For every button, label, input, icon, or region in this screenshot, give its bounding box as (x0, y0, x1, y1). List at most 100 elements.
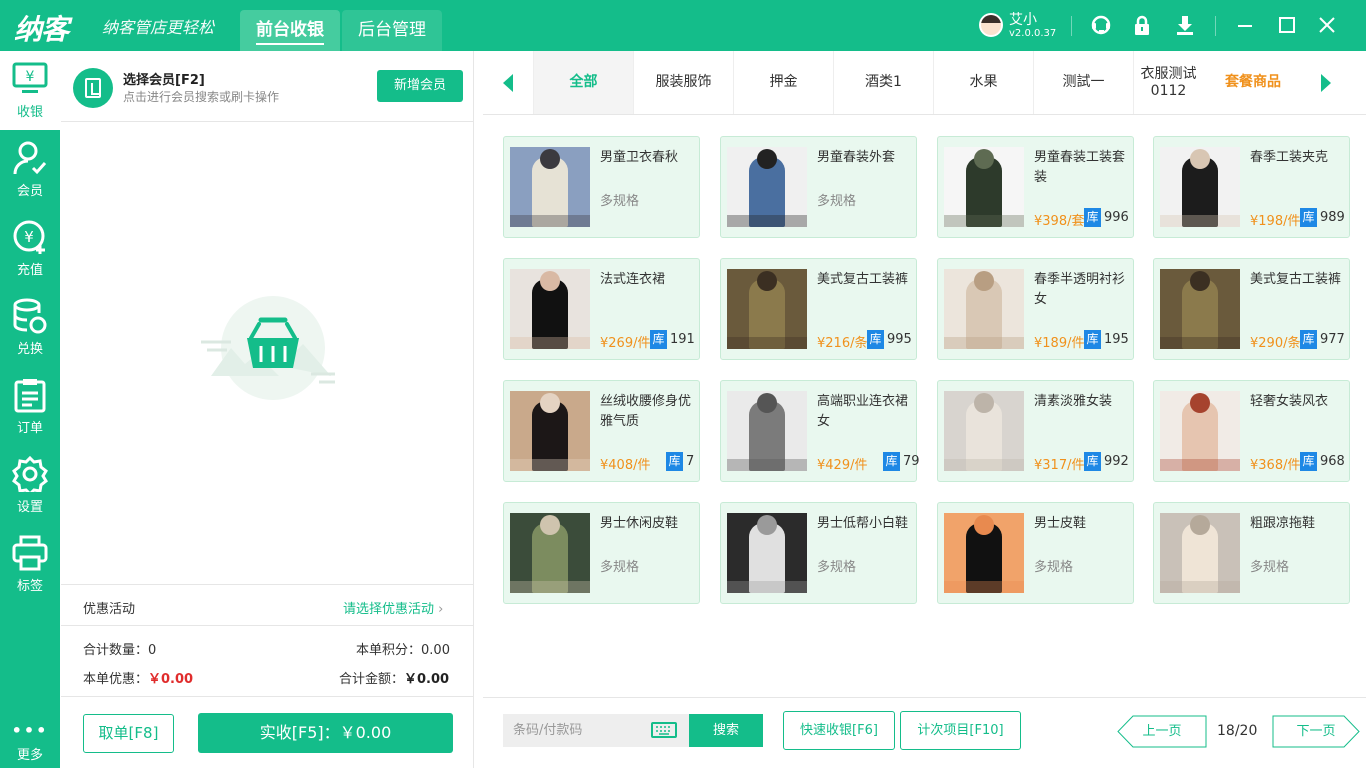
count-item-button[interactable]: 计次项目[F10] (900, 711, 1021, 750)
next-category-icon[interactable] (1313, 71, 1337, 95)
tab-back-admin[interactable]: 后台管理 (342, 10, 442, 51)
product-card[interactable]: 清素淡雅女装 ¥317/件库 992 (937, 380, 1134, 482)
sidebar-label: 设置 (16, 500, 43, 515)
order-points-label: 本单积分： (356, 643, 422, 658)
category-tab[interactable]: 酒类1 (833, 51, 933, 114)
product-card[interactable]: 美式复古工装裤 ¥290/条库 977 (1153, 258, 1350, 360)
sidebar-item-settings[interactable]: 设置 (0, 446, 60, 525)
minimize-icon[interactable] (1234, 14, 1256, 36)
keyboard-icon[interactable] (651, 722, 677, 738)
product-stock: 996 (1104, 210, 1129, 225)
total-qty-value: 0 (148, 643, 157, 658)
sidebar-label: 兑换 (16, 342, 43, 357)
sidebar-more[interactable]: ••• 更多 (0, 721, 60, 764)
product-name: 春季工装夹克 (1250, 150, 1329, 165)
promo-label: 优惠活动 (83, 602, 136, 617)
barcode-input[interactable]: 条码/付款码 (503, 714, 689, 747)
download-icon[interactable] (1174, 14, 1196, 36)
product-stock: 7 (686, 454, 695, 469)
product-card[interactable]: 春季半透明衬衫女 ¥189/件库 195 (937, 258, 1134, 360)
product-stock: 977 (1320, 332, 1345, 347)
product-name: 男士低帮小白鞋 (817, 516, 909, 531)
sidebar-item-recharge[interactable]: ¥ 充值 (0, 209, 60, 288)
top-bar: 纳客 纳客管店更轻松 前台收银 后台管理 艾小 v2.0.0.37 (0, 0, 1366, 51)
cancel-order-button[interactable]: 取单[F8] (83, 714, 174, 753)
member-card-icon[interactable] (73, 68, 113, 108)
product-image (944, 391, 1024, 471)
more-dots-icon: ••• (11, 721, 49, 740)
product-card[interactable]: 男童春装工装套装 ¥398/套库 996 (937, 136, 1134, 238)
prev-page-button[interactable]: 上一页 (1117, 715, 1207, 748)
divider (61, 584, 473, 585)
cart-panel: 选择会员[F2] 点击进行会员搜索或刷卡操作 新增会员 优惠活动 请选择优惠活动… (61, 51, 474, 768)
category-tab[interactable]: 水果 (933, 51, 1033, 114)
quick-cashier-button[interactable]: 快速收银[F6] (783, 711, 895, 750)
product-image (1160, 269, 1240, 349)
product-card[interactable]: 高端职业连衣裙女 ¥429/件库 79 (720, 380, 920, 482)
product-image (1160, 513, 1240, 593)
product-name: 美式复古工装裤 (1250, 272, 1342, 287)
product-card[interactable]: 轻奢女装风衣 ¥368/件库 968 (1153, 380, 1350, 482)
sidebar-item-cashier[interactable]: ¥ 收银 (0, 51, 60, 130)
sidebar-item-label-print[interactable]: 标签 (0, 525, 60, 604)
stock-badge: 库 (1300, 208, 1317, 227)
maximize-icon[interactable] (1276, 14, 1298, 36)
category-tab[interactable]: 测試一 (1033, 51, 1133, 114)
sidebar-item-exchange[interactable]: 兑换 (0, 288, 60, 367)
sidebar-label: 收银 (16, 105, 43, 120)
category-tab[interactable]: 全部 (533, 51, 633, 114)
category-tab[interactable]: 押金 (733, 51, 833, 114)
total-qty-label: 合计数量： (83, 643, 149, 658)
user-profile[interactable]: 艾小 v2.0.0.37 (979, 11, 1069, 43)
pay-button[interactable]: 实收[F5]：￥0.00 (198, 713, 453, 753)
sidebar-label: 订单 (16, 421, 43, 436)
product-card[interactable]: 粗跟凉拖鞋 多规格 (1153, 502, 1350, 604)
close-icon[interactable] (1316, 14, 1338, 36)
support-icon[interactable] (1090, 14, 1112, 36)
product-stock: 79 (903, 454, 920, 469)
product-panel: 全部 服装服饰 押金 酒类1 水果 测試一 衣服测试 0112 套餐商品 男童卫… (483, 51, 1366, 768)
divider (1071, 16, 1072, 36)
order-discount: 本单优惠：￥0.00 (83, 668, 193, 687)
product-stock: 195 (1104, 332, 1129, 347)
page-indicator: 18/20 (1217, 723, 1258, 739)
product-card[interactable]: 丝绒收腰修身优雅气质 ¥408/件库 7 (503, 380, 700, 482)
product-card[interactable]: 男士低帮小白鞋 多规格 (720, 502, 917, 604)
product-image (944, 513, 1024, 593)
product-spec: 多规格 (817, 560, 857, 575)
product-image (1160, 391, 1240, 471)
prev-category-icon[interactable] (497, 71, 521, 95)
product-spec: 多规格 (600, 194, 640, 209)
product-card[interactable]: 男士休闲皮鞋 多规格 (503, 502, 700, 604)
product-card[interactable]: 春季工装夹克 ¥198/件库 989 (1153, 136, 1350, 238)
add-member-button[interactable]: 新增会员 (377, 70, 463, 102)
next-page-button[interactable]: 下一页 (1272, 715, 1360, 748)
category-tab[interactable]: 套餐商品 (1203, 51, 1303, 114)
divider (61, 121, 473, 122)
category-tab[interactable]: 衣服测试 0112 (1133, 51, 1203, 114)
search-button[interactable]: 搜索 (689, 714, 763, 747)
stock-badge: 库 (1300, 330, 1317, 349)
total-amount-label: 合计金额： (339, 672, 405, 687)
lock-icon[interactable] (1131, 14, 1153, 36)
product-card[interactable]: 美式复古工装裤 ¥216/条库 995 (720, 258, 917, 360)
app-version: v2.0.0.37 (1009, 28, 1057, 39)
product-card[interactable]: 男童卫衣春秋 多规格 (503, 136, 700, 238)
category-tab[interactable]: 服装服饰 (633, 51, 733, 114)
total-amount: 合计金额：￥0.00 (339, 668, 449, 687)
product-name: 男士休闲皮鞋 (600, 516, 679, 531)
sidebar-item-member[interactable]: 会员 (0, 130, 60, 209)
tab-front-cashier[interactable]: 前台收银 (240, 10, 340, 51)
member-icon (13, 141, 47, 175)
product-image (944, 147, 1024, 227)
sidebar-item-order[interactable]: 订单 (0, 367, 60, 446)
product-card[interactable]: 男士皮鞋 多规格 (937, 502, 1134, 604)
product-card[interactable]: 男童春装外套 多规格 (720, 136, 917, 238)
promo-select[interactable]: 请选择优惠活动 › (343, 598, 443, 617)
product-spec: 多规格 (1250, 560, 1290, 575)
product-card[interactable]: 法式连衣裙 ¥269/件库 191 (503, 258, 700, 360)
total-qty: 合计数量：0 (83, 639, 156, 658)
select-member[interactable]: 选择会员[F2] (123, 69, 205, 88)
product-name: 高端职业连衣裙女 (817, 394, 909, 429)
product-spec: 多规格 (1034, 560, 1074, 575)
